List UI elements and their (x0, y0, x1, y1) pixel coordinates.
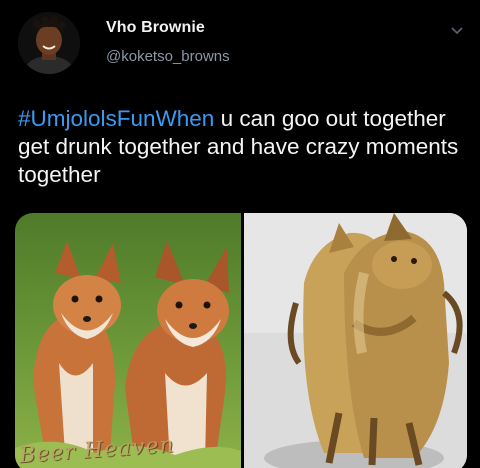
avatar-photo (18, 12, 80, 74)
hashtag-link[interactable]: #UmjololsFunWhen (18, 106, 214, 131)
user-names: Vho Brownie @koketso_browns (106, 19, 230, 65)
hugging-foxes-illustration (244, 213, 467, 468)
hugging-foxes-photo[interactable] (244, 213, 467, 468)
user-handle[interactable]: @koketso_browns (106, 48, 230, 65)
tweet-media[interactable]: Beer Heaven (15, 213, 467, 468)
display-name[interactable]: Vho Brownie (106, 19, 230, 37)
fox-cubs-illustration (15, 213, 241, 468)
tweet-text: #UmjololsFunWhen u can goo out together … (18, 105, 468, 189)
tweet-header: Vho Brownie @koketso_browns (18, 12, 468, 82)
chevron-down-icon[interactable] (450, 26, 464, 36)
avatar[interactable] (18, 12, 80, 74)
fox-cubs-photo[interactable]: Beer Heaven (15, 213, 241, 468)
